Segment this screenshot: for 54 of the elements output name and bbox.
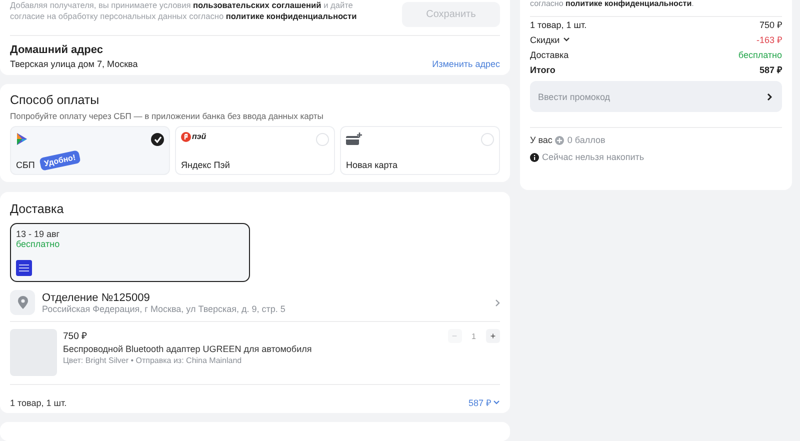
promo-code-field[interactable]: Ввести промокод xyxy=(530,81,782,112)
radio-button[interactable] xyxy=(151,132,164,146)
consent-text: согласно политике конфиденциальности. xyxy=(530,0,695,10)
payment-option[interactable]: СБП Удобно! xyxy=(10,126,170,175)
points-value: 0 баллов xyxy=(567,135,606,145)
chevron-down-icon xyxy=(562,37,570,42)
chevron-right-icon xyxy=(767,93,772,101)
payment-option[interactable]: Новая карта xyxy=(340,126,500,175)
delivery-price: бесплатно xyxy=(16,239,60,250)
discounts-toggle[interactable]: Скидки xyxy=(530,34,570,44)
change-address-link[interactable]: Изменить адрес xyxy=(432,59,500,69)
address-text: Тверская улица дом 7, Москва xyxy=(10,59,138,69)
option-label: СБП xyxy=(16,160,35,170)
section-title: Способ оплаты xyxy=(10,92,100,107)
delivery-option[interactable]: 13 - 19 авг бесплатно xyxy=(10,223,250,282)
pickup-title: Отделение №125009 xyxy=(42,292,151,304)
summary-value: 750 ₽ xyxy=(759,19,782,31)
plus-button[interactable]: + xyxy=(486,329,500,344)
quantity-value: 1 xyxy=(472,332,476,341)
sbp-logo-icon xyxy=(16,132,28,146)
promo-badge: Удобно! xyxy=(38,150,81,172)
plus-circle-icon xyxy=(555,136,564,144)
check-icon xyxy=(154,136,162,143)
summary-value: бесплатно xyxy=(738,50,782,60)
yandex-pay-logo-icon xyxy=(181,132,191,142)
option-label: Яндекс Пэй xyxy=(181,160,230,170)
summary-label: Итого xyxy=(530,64,556,74)
order-total[interactable]: 587 ₽ xyxy=(468,396,491,410)
payment-option[interactable]: пэй Яндекс Пэй xyxy=(175,126,335,175)
pickup-address: Российская Федерация, г Москва, ул Тверская, д. 9, стр. 5 xyxy=(42,304,286,314)
summary-value: 587 ₽ xyxy=(759,64,782,76)
info-text: Сейчас нельзя накопить xyxy=(542,152,644,162)
product-meta: Цвет: Bright Silver • Отправка из: China Mainland xyxy=(63,356,243,366)
section-title: Доставка xyxy=(10,202,65,216)
summary-label: Доставка xyxy=(530,50,569,60)
product-price: 750 ₽ xyxy=(63,330,88,342)
item-count: 1 товар, 1 шт. xyxy=(10,398,67,408)
option-label: Новая карта xyxy=(346,160,398,170)
pickup-point-row[interactable]: Отделение №125009 Российская Федерация, г Москва, ул Тверская, д. 9, стр. 5 xyxy=(10,282,500,322)
consent-text: Добавляя получателя, вы принимаете условия пользовательских соглашений и дайте согласие на обработку персональных данных согласно политике конфиденциальности xyxy=(10,0,358,22)
pin-icon xyxy=(10,290,35,316)
info-icon xyxy=(530,152,539,162)
chevron-down-icon xyxy=(493,400,500,406)
summary-value: -163 ₽ xyxy=(756,34,782,46)
payment-hint: Попробуйте оплату через СБП — в приложении банка без ввода данных карты xyxy=(10,110,324,121)
card-plus-icon xyxy=(346,132,362,145)
summary-label: 1 товар, 1 шт. xyxy=(530,20,587,30)
logo-text: пэй xyxy=(192,132,206,142)
chevron-right-icon xyxy=(495,298,500,307)
points-label: У вас xyxy=(530,135,552,145)
post-logo-icon xyxy=(16,260,32,276)
section-title: Домашний адрес xyxy=(10,44,104,56)
product-name: Беспроводной Bluetooth адаптер UGREEN для автомобиля xyxy=(63,344,313,354)
delivery-dates: 13 - 19 авг xyxy=(16,229,60,240)
